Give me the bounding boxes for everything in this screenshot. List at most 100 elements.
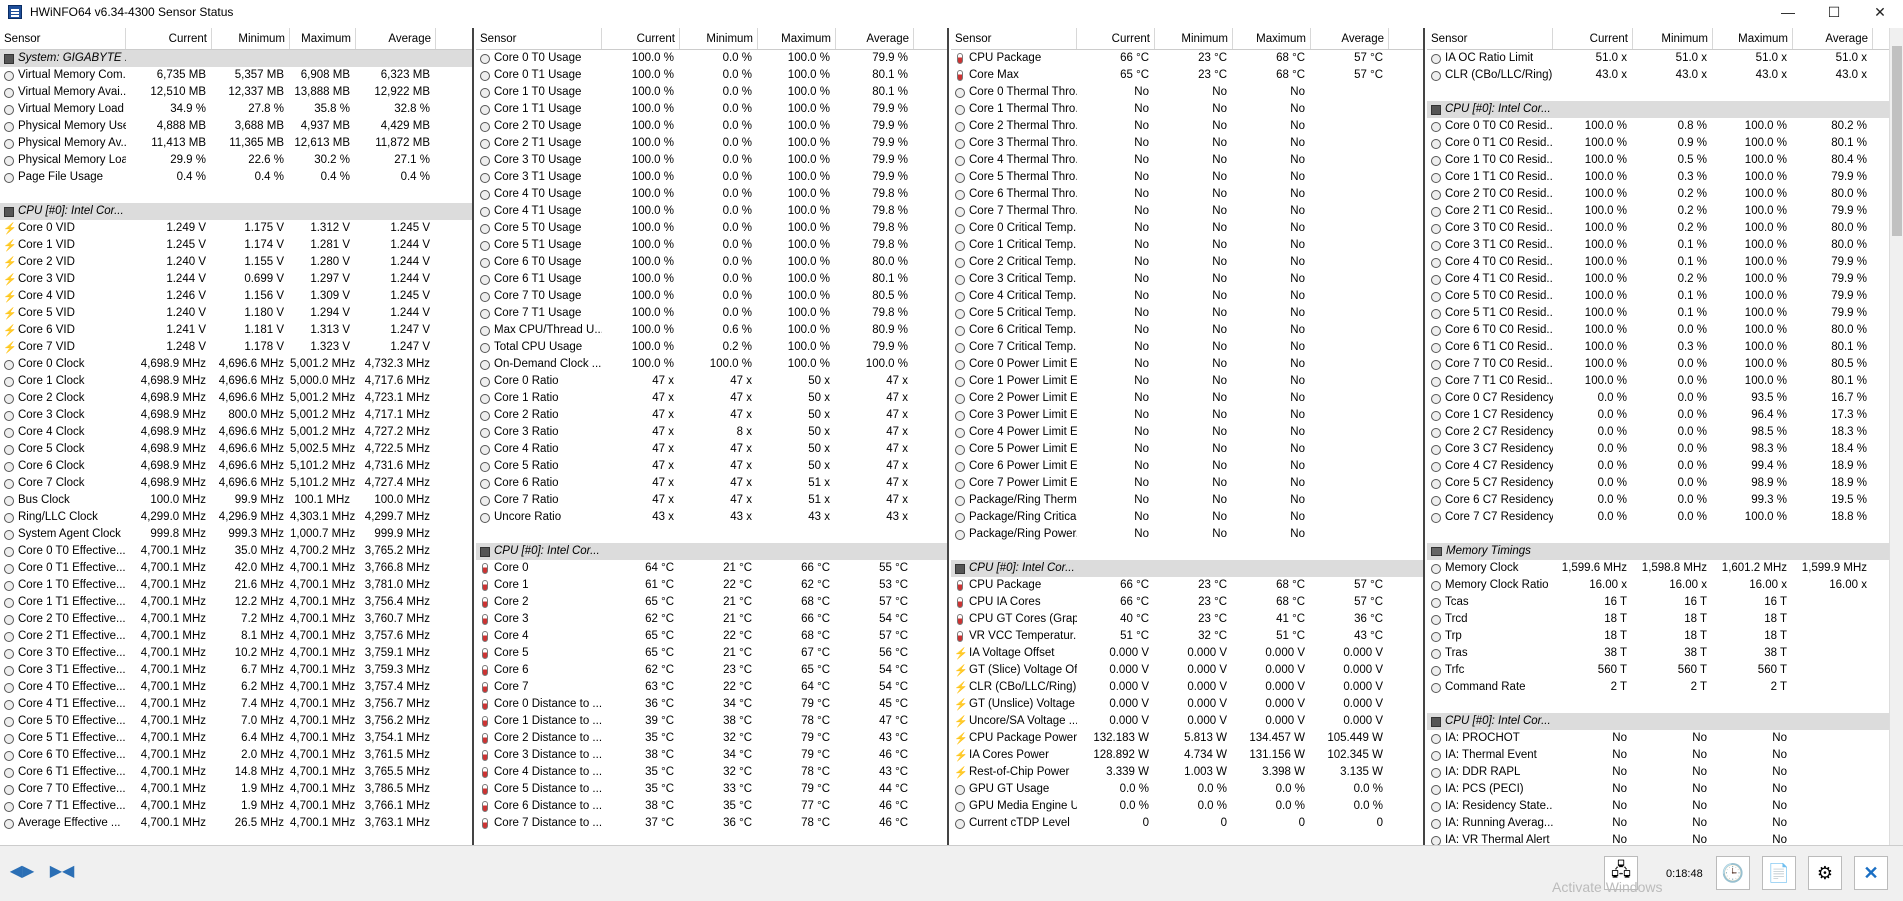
- column-header[interactable]: Minimum: [1633, 28, 1713, 49]
- sensor-row[interactable]: IA OC Ratio Limit 51.0 x 51.0 x 51.0 x 51.0 …: [1427, 50, 1903, 67]
- sensor-row[interactable]: Memory Clock 1,599.6 MHz 1,598.8 MHz 1,601.…: [1427, 560, 1903, 577]
- sensor-group-header[interactable]: CPU [#0]: Intel Cor...: [1427, 713, 1903, 730]
- sensor-row[interactable]: Core 0 T1 Effective... 4,700.1 MHz 42.0 MH…: [0, 560, 472, 577]
- sensor-row[interactable]: Core 7 Distance to ... 37 °C 36 °C 78 °C 46 …: [476, 815, 947, 832]
- sensor-row[interactable]: Core 1 C7 Residency 0.0 % 0.0 % 96.4 % 17.3 …: [1427, 407, 1903, 424]
- sensor-row[interactable]: Core 3 T0 C0 Resid... 100.0 % 0.2 % 100.0 %…: [1427, 220, 1903, 237]
- sensor-row[interactable]: Core 2 Ratio 47 x 47 x 50 x 47 x: [476, 407, 947, 424]
- column-header[interactable]: Current: [602, 28, 680, 49]
- sensor-row[interactable]: Core 1 T1 Effective... 4,700.1 MHz 12.2 MH…: [0, 594, 472, 611]
- sensor-row[interactable]: IA: VR Thermal Alert No No No: [1427, 832, 1903, 845]
- sensor-row[interactable]: Tras 38 T 38 T 38 T: [1427, 645, 1903, 662]
- sensor-row[interactable]: Core 4 Distance to ... 35 °C 32 °C 78 °C 43 …: [476, 764, 947, 781]
- sensor-row[interactable]: Core 3 T0 Effective... 4,700.1 MHz 10.2 MH…: [0, 645, 472, 662]
- sensor-row[interactable]: System Agent Clock 999.8 MHz 999.3 MHz 1,00…: [0, 526, 472, 543]
- sensor-row[interactable]: Core 2 C7 Residency 0.0 % 0.0 % 98.5 % 18.3 …: [1427, 424, 1903, 441]
- sensor-row[interactable]: Core 2 Power Limit E... No No No: [951, 390, 1423, 407]
- sensor-row[interactable]: Core 5 T1 Effective... 4,700.1 MHz 6.4 MHz…: [0, 730, 472, 747]
- column-header[interactable]: Sensor: [0, 28, 126, 49]
- column-header[interactable]: Maximum: [1233, 28, 1311, 49]
- sensor-pane[interactable]: Sensor Current Minimum Maximum Average CPU Pa…: [951, 28, 1425, 845]
- sensor-row[interactable]: Core 5 Distance to ... 35 °C 33 °C 79 °C 44 …: [476, 781, 947, 798]
- column-header[interactable]: Current: [1553, 28, 1633, 49]
- sensor-row[interactable]: Core 6 Clock 4,698.9 MHz 4,696.6 MHz 5,101.…: [0, 458, 472, 475]
- sensor-row[interactable]: Core 1 Thermal Thro... No No No: [951, 101, 1423, 118]
- column-header[interactable]: Sensor: [476, 28, 602, 49]
- sensor-row[interactable]: Core 7 63 °C 22 °C 64 °C 54 °C: [476, 679, 947, 696]
- sensor-row[interactable]: Tcas 16 T 16 T 16 T: [1427, 594, 1903, 611]
- sensor-row[interactable]: Core 0 T1 C0 Resid... 100.0 % 0.9 % 100.0 %…: [1427, 135, 1903, 152]
- sensor-row[interactable]: Core 1 Distance to ... 39 °C 38 °C 78 °C 47 …: [476, 713, 947, 730]
- column-header[interactable]: Sensor: [951, 28, 1077, 49]
- sensor-row[interactable]: Core 0 Distance to ... 36 °C 34 °C 79 °C 45 …: [476, 696, 947, 713]
- sensor-row[interactable]: Core 0 T0 C0 Resid... 100.0 % 0.8 % 100.0 %…: [1427, 118, 1903, 135]
- sensor-row[interactable]: Core 2 Distance to ... 35 °C 32 °C 79 °C 43 …: [476, 730, 947, 747]
- sensor-row[interactable]: Core 7 Ratio 47 x 47 x 51 x 47 x: [476, 492, 947, 509]
- sensor-row[interactable]: CPU GT Cores (Grap... 40 °C 23 °C 41 °C 36 °…: [951, 611, 1423, 628]
- sensor-row[interactable]: On-Demand Clock ... 100.0 % 100.0 % 100.0 %…: [476, 356, 947, 373]
- sensor-row[interactable]: Core Max 65 °C 23 °C 68 °C 57 °C: [951, 67, 1423, 84]
- sensor-row[interactable]: Core 4 Ratio 47 x 47 x 50 x 47 x: [476, 441, 947, 458]
- sensor-row[interactable]: Core 1 Critical Temp... No No No: [951, 237, 1423, 254]
- sensor-row[interactable]: Core 5 T0 C0 Resid... 100.0 % 0.1 % 100.0 %…: [1427, 288, 1903, 305]
- sensor-row[interactable]: Core 7 VID 1.248 V 1.178 V 1.323 V 1.247 V: [0, 339, 472, 357]
- sensor-row[interactable]: Core 0 VID 1.249 V 1.175 V 1.312 V 1.245 V: [0, 220, 472, 238]
- sensor-row[interactable]: IA: Running Averag... No No No: [1427, 815, 1903, 832]
- sensor-row[interactable]: Core 6 T1 C0 Resid... 100.0 % 0.3 % 100.0 %…: [1427, 339, 1903, 356]
- sensor-row[interactable]: Core 0 Clock 4,698.9 MHz 4,696.6 MHz 5,001.…: [0, 356, 472, 373]
- sensor-row[interactable]: Core 1 61 °C 22 °C 62 °C 53 °C: [476, 577, 947, 594]
- sensor-row[interactable]: Uncore/SA Voltage ... 0.000 V 0.000 V 0.000…: [951, 713, 1423, 731]
- sensor-group-header[interactable]: Memory Timings: [1427, 543, 1903, 560]
- sensor-row[interactable]: Core 7 T1 C0 Resid... 100.0 % 0.0 % 100.0 %…: [1427, 373, 1903, 390]
- sensor-row[interactable]: Core 7 T1 Effective... 4,700.1 MHz 1.9 MHz…: [0, 798, 472, 815]
- sensor-row[interactable]: CPU IA Cores 66 °C 23 °C 68 °C 57 °C: [951, 594, 1423, 611]
- column-header[interactable]: Maximum: [758, 28, 836, 49]
- sensor-row[interactable]: Core 5 T1 Usage 100.0 % 0.0 % 100.0 % 79.8 %: [476, 237, 947, 254]
- sensor-row[interactable]: Core 3 Thermal Thro... No No No: [951, 135, 1423, 152]
- sensor-row[interactable]: Ring/LLC Clock 4,299.0 MHz 4,296.9 MHz 4,30…: [0, 509, 472, 526]
- sensor-row[interactable]: CLR (CBo/LLC/Ring)... 43.0 x 43.0 x 43.0 x 4…: [1427, 67, 1903, 84]
- sensor-row[interactable]: Core 4 T0 C0 Resid... 100.0 % 0.1 % 100.0 %…: [1427, 254, 1903, 271]
- sensor-row[interactable]: Core 5 VID 1.240 V 1.180 V 1.294 V 1.244 V: [0, 305, 472, 323]
- sensor-row[interactable]: Core 3 T0 Usage 100.0 % 0.0 % 100.0 % 79.9 %: [476, 152, 947, 169]
- sensor-row[interactable]: Core 4 T1 Effective... 4,700.1 MHz 7.4 MHz…: [0, 696, 472, 713]
- sensor-row[interactable]: Core 7 C7 Residency 0.0 % 0.0 % 100.0 % 18.8…: [1427, 509, 1903, 526]
- sensor-row[interactable]: Core 5 T0 Effective... 4,700.1 MHz 7.0 MHz…: [0, 713, 472, 730]
- sensor-row[interactable]: Core 0 Ratio 47 x 47 x 50 x 47 x: [476, 373, 947, 390]
- column-header[interactable]: Maximum: [290, 28, 356, 49]
- sensor-row[interactable]: Core 5 Ratio 47 x 47 x 50 x 47 x: [476, 458, 947, 475]
- sensor-row[interactable]: Virtual Memory Com... 6,735 MB 5,357 MB 6,9…: [0, 67, 472, 84]
- sensor-row[interactable]: Core 4 Thermal Thro... No No No: [951, 152, 1423, 169]
- sensor-row[interactable]: Current cTDP Level 0 0 0 0: [951, 815, 1423, 832]
- sensor-row[interactable]: IA Voltage Offset 0.000 V 0.000 V 0.000 V 0.…: [951, 645, 1423, 663]
- sensor-row[interactable]: Bus Clock 100.0 MHz 99.9 MHz 100.1 MHz 100.0…: [0, 492, 472, 509]
- sensor-row[interactable]: Core 5 T0 Usage 100.0 % 0.0 % 100.0 % 79.8 %: [476, 220, 947, 237]
- sensor-row[interactable]: Core 1 T0 Effective... 4,700.1 MHz 21.6 MH…: [0, 577, 472, 594]
- sensor-pane[interactable]: Sensor Current Minimum Maximum Average IA OC …: [1427, 28, 1903, 845]
- sensor-row[interactable]: IA: DDR RAPL No No No: [1427, 764, 1903, 781]
- sensor-row[interactable]: Core 6 T0 Usage 100.0 % 0.0 % 100.0 % 80.0 %: [476, 254, 947, 271]
- sensor-row[interactable]: Core 3 Clock 4,698.9 MHz 800.0 MHz 5,001.2 …: [0, 407, 472, 424]
- column-header[interactable]: Current: [1077, 28, 1155, 49]
- sensor-row[interactable]: Core 3 T1 Usage 100.0 % 0.0 % 100.0 % 79.9 %: [476, 169, 947, 186]
- sensor-row[interactable]: VR VCC Temperatur... 51 °C 32 °C 51 °C 43 °C: [951, 628, 1423, 645]
- sensor-pane[interactable]: Sensor Current Minimum Maximum Average System…: [0, 28, 474, 845]
- sensor-row[interactable]: GPU GT Usage 0.0 % 0.0 % 0.0 % 0.0 %: [951, 781, 1423, 798]
- sensor-row[interactable]: Average Effective ... 4,700.1 MHz 26.5 MHz…: [0, 815, 472, 832]
- sensor-row[interactable]: Core 4 T1 Usage 100.0 % 0.0 % 100.0 % 79.8 %: [476, 203, 947, 220]
- sensor-row[interactable]: Core 6 Power Limit E... No No No: [951, 458, 1423, 475]
- column-header[interactable]: Average: [836, 28, 914, 49]
- sensor-row[interactable]: Core 3 Power Limit E... No No No: [951, 407, 1423, 424]
- sensor-row[interactable]: Core 2 T0 Effective... 4,700.1 MHz 7.2 MHz…: [0, 611, 472, 628]
- column-header[interactable]: Current: [126, 28, 212, 49]
- sensor-row[interactable]: Core 0 64 °C 21 °C 66 °C 55 °C: [476, 560, 947, 577]
- sensor-row[interactable]: Package/Ring Power... No No No: [951, 526, 1423, 543]
- settings-gear-icon[interactable]: ⚙: [1808, 856, 1842, 890]
- sensor-group-header[interactable]: CPU [#0]: Intel Cor...: [0, 203, 472, 220]
- sensor-row[interactable]: Core 3 Ratio 47 x 8 x 50 x 47 x: [476, 424, 947, 441]
- sensor-row[interactable]: Core 1 T0 C0 Resid... 100.0 % 0.5 % 100.0 %…: [1427, 152, 1903, 169]
- sensor-pane[interactable]: Sensor Current Minimum Maximum Average Core 0…: [476, 28, 949, 845]
- sensor-row[interactable]: Core 2 T1 Usage 100.0 % 0.0 % 100.0 % 79.9 %: [476, 135, 947, 152]
- sensor-row[interactable]: Core 2 Critical Temp... No No No: [951, 254, 1423, 271]
- sensor-group-header[interactable]: System: GIGABYTE ...: [0, 50, 472, 67]
